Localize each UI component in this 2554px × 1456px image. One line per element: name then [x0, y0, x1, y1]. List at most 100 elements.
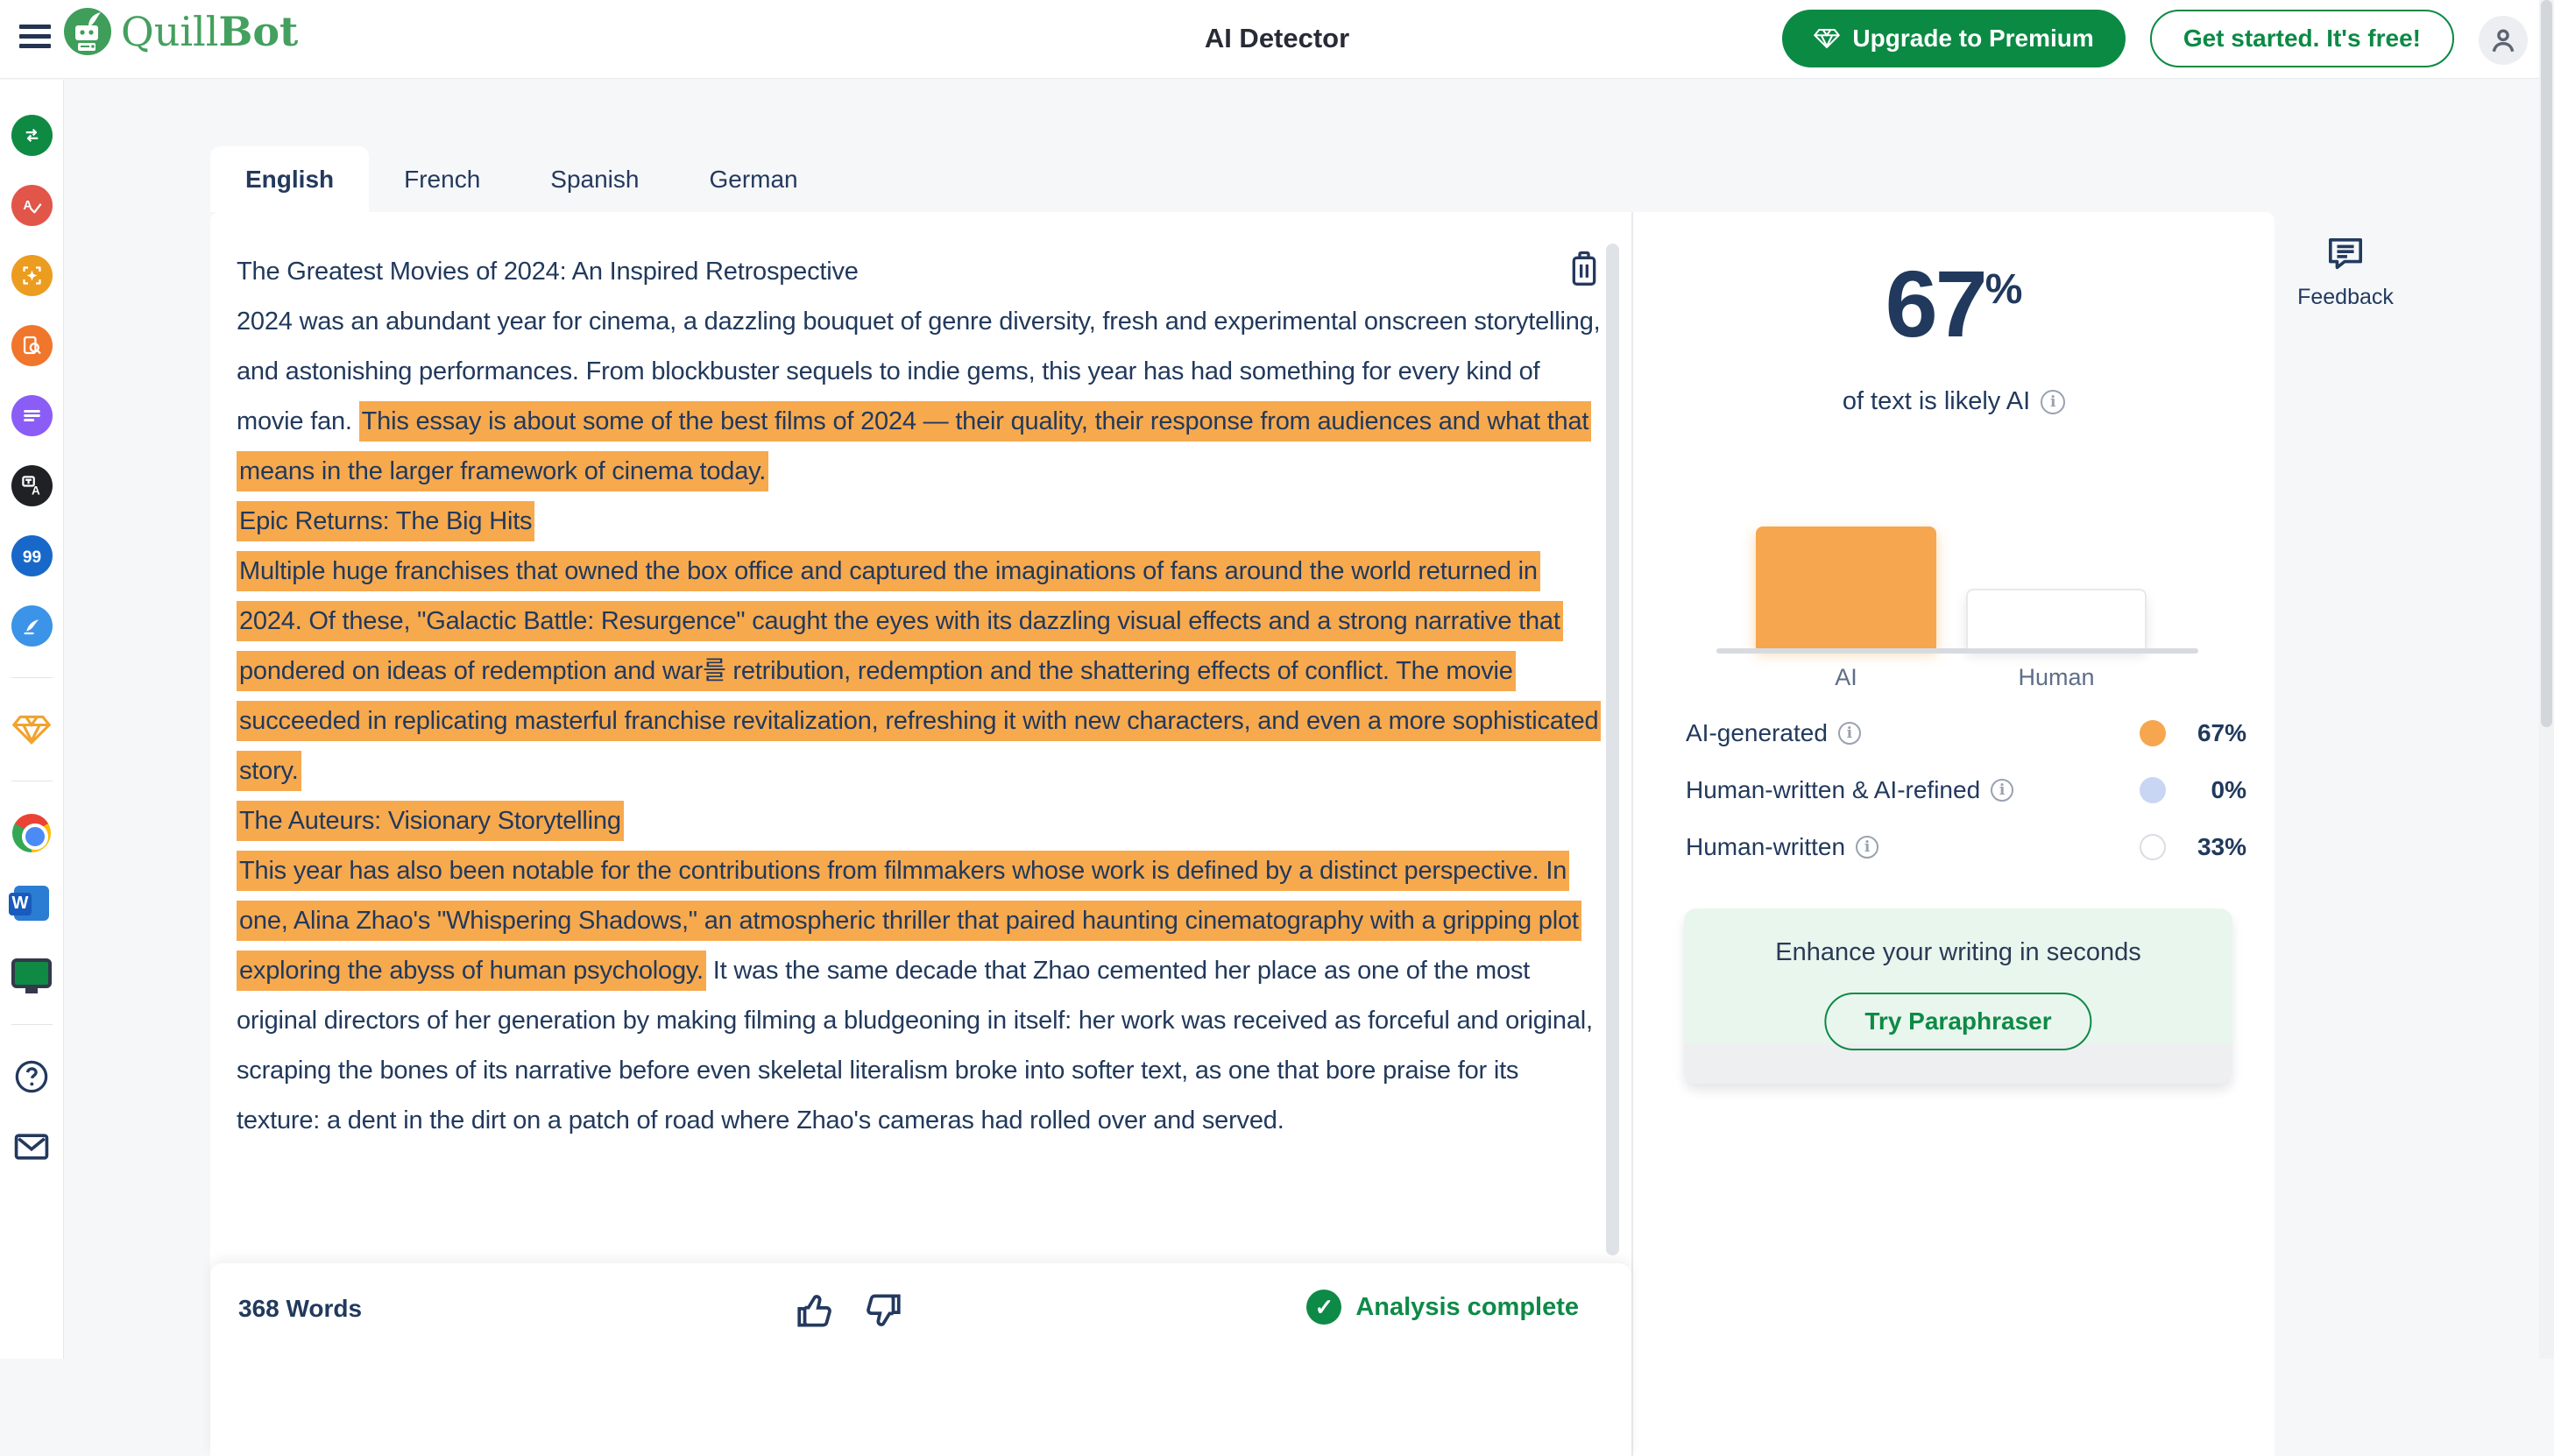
detector-card: The Greatest Movies of 2024: An Inspired… — [210, 212, 2275, 1456]
sidebar-item-plagiarism-checker[interactable] — [11, 325, 53, 366]
desktop-app-icon — [11, 958, 52, 988]
chrome-icon — [12, 814, 51, 852]
feedback-icon — [2325, 236, 2366, 272]
premium-diamond-icon — [12, 710, 51, 749]
sidebar-divider — [11, 1024, 53, 1025]
sidebar-item-translator[interactable]: A — [11, 465, 53, 506]
paragraph: The Greatest Movies of 2024: An Inspired… — [237, 247, 1603, 297]
editor-scrollbar[interactable] — [1606, 244, 1619, 1255]
text-segment: The Greatest Movies of 2024: An Inspired… — [237, 258, 859, 286]
tab-french[interactable]: French — [369, 146, 515, 212]
thumbs-up-icon — [794, 1288, 838, 1333]
ai-detector-icon — [20, 264, 44, 287]
premium-diamond-icon — [1814, 25, 1840, 52]
trash-icon — [1567, 249, 1602, 287]
svg-text:A: A — [31, 484, 39, 498]
grammar-checker-icon: A — [20, 194, 44, 217]
sidebar-item-flow[interactable] — [11, 605, 53, 647]
info-icon[interactable]: i — [1838, 722, 1861, 745]
flow-icon — [20, 614, 44, 638]
main-area: EnglishFrenchSpanishGerman The Greatest … — [64, 80, 2554, 1359]
ai-human-bar-chart: AI Human — [1633, 212, 2275, 703]
editor-content[interactable]: The Greatest Movies of 2024: An Inspired… — [237, 247, 1603, 1263]
legend-dot — [2140, 777, 2166, 803]
tool-sidebar: A A 99 W — [0, 80, 64, 1359]
try-paraphraser-button[interactable]: Try Paraphraser — [1824, 993, 2091, 1050]
sidebar-item-citation-generator[interactable]: 99 — [11, 535, 53, 576]
paragraph: Epic Returns: The Big Hits — [237, 497, 1603, 547]
help-icon — [13, 1058, 50, 1095]
thumbs-down-button[interactable] — [860, 1288, 904, 1337]
ai-bar-label: AI — [1756, 664, 1936, 691]
score-legend: AI-generatedi 67% Human-written & AI-refin… — [1686, 704, 2246, 875]
chart-baseline — [1716, 648, 2198, 654]
legend-label: AI-generatedi — [1686, 719, 1861, 747]
summarizer-icon — [20, 404, 44, 428]
tab-spanish[interactable]: Spanish — [515, 146, 674, 212]
thumbs-up-button[interactable] — [794, 1288, 838, 1337]
sidebar-item-help[interactable] — [11, 1056, 53, 1097]
paragraph: This year has also been notable for the … — [237, 846, 1603, 1146]
human-bar-label: Human — [1966, 664, 2147, 691]
word-count: 368 Words — [238, 1295, 362, 1323]
legend-row: AI-generatedi 67% — [1686, 704, 2246, 761]
paragraph: The Auteurs: Visionary Storytelling — [237, 796, 1603, 846]
header: QuillBot AI Detector Upgrade to Premium … — [0, 0, 2554, 79]
delete-text-button[interactable] — [1567, 249, 1605, 291]
legend-dot — [2140, 834, 2166, 860]
info-icon[interactable]: i — [1856, 836, 1878, 859]
feedback-button[interactable]: Feedback — [2275, 236, 2416, 310]
ai-bar — [1756, 527, 1936, 648]
results-panel: 67% of text is likely AI i AI Human AI-g… — [1633, 212, 2275, 1456]
analysis-status: ✓ Analysis complete — [1306, 1290, 1579, 1325]
sidebar-item-word-addin[interactable]: W — [11, 882, 53, 923]
status-label: Analysis complete — [1355, 1293, 1579, 1322]
plagiarism-checker-icon — [20, 334, 44, 357]
legend-row: Human-writteni 33% — [1686, 818, 2246, 875]
page-scrollbar[interactable] — [2539, 0, 2554, 1359]
legend-label: Human-writteni — [1686, 833, 1878, 861]
sidebar-item-summarizer[interactable] — [11, 395, 53, 436]
sidebar-divider — [11, 677, 53, 678]
sidebar-item-chrome-extension[interactable] — [11, 812, 53, 853]
upgrade-premium-button[interactable]: Upgrade to Premium — [1782, 10, 2125, 67]
citation-generator-icon: 99 — [20, 544, 44, 568]
mail-icon — [12, 1127, 51, 1166]
svg-text:99: 99 — [22, 548, 40, 567]
paraphraser-icon — [20, 124, 44, 147]
translator-icon: A — [20, 474, 44, 498]
tab-english[interactable]: English — [210, 146, 369, 212]
sidebar-item-ai-detector[interactable] — [11, 255, 53, 296]
paragraph: 2024 was an abundant year for cinema, a … — [237, 297, 1603, 497]
ms-word-icon: W — [14, 886, 49, 921]
paraphraser-promo-card: Enhance your writing in seconds Try Para… — [1684, 908, 2232, 1084]
promo-title: Enhance your writing in seconds — [1684, 938, 2232, 967]
account-avatar[interactable] — [2479, 16, 2528, 65]
paragraph: Multiple huge franchises that owned the … — [237, 547, 1603, 796]
person-icon — [2488, 25, 2518, 55]
thumbs-down-icon — [860, 1288, 904, 1333]
highlighted-text-segment: The Auteurs: Visionary Storytelling — [237, 801, 624, 841]
legend-label: Human-written & AI-refinedi — [1686, 776, 2013, 804]
sidebar-item-grammar-checker[interactable]: A — [11, 185, 53, 226]
highlighted-text-segment: Multiple huge franchises that owned the … — [237, 551, 1601, 791]
check-icon: ✓ — [1306, 1290, 1341, 1325]
language-tabs: EnglishFrenchSpanishGerman — [210, 146, 833, 212]
tab-german[interactable]: German — [674, 146, 832, 212]
sidebar-item-paraphraser[interactable] — [11, 115, 53, 156]
legend-value: 67% — [2166, 719, 2246, 747]
highlighted-text-segment: This essay is about some of the best fil… — [237, 401, 1591, 491]
info-icon[interactable]: i — [1991, 779, 2013, 802]
highlighted-text-segment: Epic Returns: The Big Hits — [237, 501, 534, 541]
feedback-label: Feedback — [2275, 285, 2416, 310]
sidebar-item-contact[interactable] — [11, 1126, 53, 1167]
legend-row: Human-written & AI-refinedi 0% — [1686, 761, 2246, 818]
legend-value: 0% — [2166, 776, 2246, 804]
svg-text:A: A — [23, 199, 32, 213]
get-started-button[interactable]: Get started. It's free! — [2150, 10, 2454, 67]
legend-value: 33% — [2166, 833, 2246, 861]
human-bar — [1966, 589, 2147, 648]
sidebar-item-desktop-app[interactable] — [11, 952, 53, 993]
legend-dot — [2140, 720, 2166, 746]
sidebar-item-premium[interactable] — [11, 709, 53, 750]
